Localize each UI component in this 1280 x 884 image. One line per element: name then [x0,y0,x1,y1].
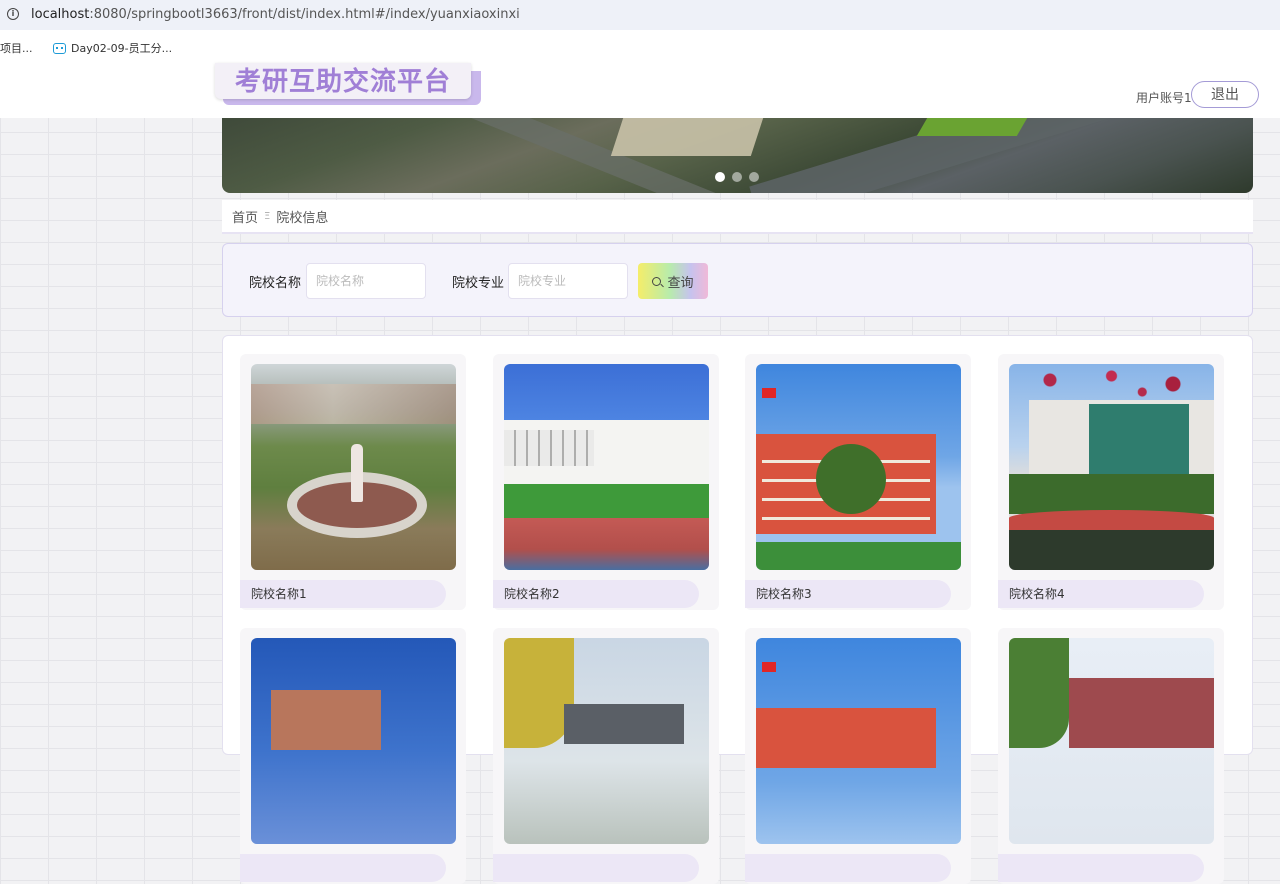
image-water [1009,530,1214,570]
image-building [504,420,709,486]
breadcrumb-home[interactable]: 首页 [232,207,258,226]
school-major-input[interactable]: 院校专业 [508,263,628,299]
image-trees [1009,474,1214,514]
school-name[interactable] [998,854,1204,882]
school-image[interactable] [504,638,709,844]
school-card[interactable] [745,628,971,884]
search-button[interactable]: 查询 [638,263,708,299]
breadcrumb: 首页 Ξ 院校信息 [222,200,1253,234]
school-name[interactable]: 院校名称2 [493,580,699,608]
school-name[interactable]: 院校名称1 [240,580,446,608]
image-grass [756,542,961,570]
carousel-dots [715,172,759,182]
school-major-label: 院校专业 [452,276,505,291]
image-building [564,704,684,744]
school-card[interactable]: 院校名称2 [493,354,719,610]
image-blossoms [1009,364,1214,404]
image-tree [1009,638,1069,748]
school-name[interactable]: 院校名称3 [745,580,951,608]
user-account[interactable]: 用户账号1 [1136,89,1192,106]
bookmarks-bar: 项目... Day02-09-员工分... [0,30,1280,63]
image-statue [351,444,363,502]
search-button-label: 查询 [667,275,694,291]
search-icon [652,276,662,286]
school-image[interactable] [251,364,456,570]
bookmark-item[interactable]: 项目... [0,40,33,56]
school-card[interactable]: 院校名称3 [745,354,971,610]
site-header: 考研互助交流平台 用户账号1 退出 [0,63,1280,118]
info-icon[interactable]: i [7,8,19,20]
image-building [271,690,381,750]
bilibili-icon [53,42,66,54]
image-field [504,484,709,520]
image-building [1069,678,1214,748]
carousel-dot[interactable] [732,172,742,182]
bookmark-item[interactable]: Day02-09-员工分... [53,40,172,56]
image-tree [816,444,886,514]
school-name[interactable] [493,854,699,882]
school-card[interactable]: 院校名称1 [240,354,466,610]
image-building [251,384,456,424]
school-card[interactable] [240,628,466,884]
school-name-input[interactable]: 院校名称 [306,263,426,299]
image-flag [762,388,776,398]
carousel-dot[interactable] [715,172,725,182]
school-name[interactable]: 院校名称4 [998,580,1204,608]
image-bridge [1009,510,1214,530]
school-name[interactable] [745,854,951,882]
school-image[interactable] [1009,364,1214,570]
site-logo[interactable]: 考研互助交流平台 [215,63,471,99]
image-building [756,708,936,768]
school-card[interactable] [998,628,1224,884]
school-image[interactable] [756,638,961,844]
school-name[interactable] [240,854,446,882]
banner-field [916,118,1028,136]
school-image[interactable] [756,364,961,570]
image-track [504,518,709,570]
school-image[interactable] [1009,638,1214,844]
url-text[interactable]: localhost:8080/springbootl3663/front/dis… [31,7,520,22]
breadcrumb-separator: Ξ [264,210,271,222]
banner-carousel[interactable] [222,118,1253,193]
school-card[interactable] [493,628,719,884]
breadcrumb-current: 院校信息 [276,210,329,226]
bookmark-label: Day02-09-员工分... [71,42,173,55]
search-panel: 院校名称 院校名称 院校专业 院校专业 查询 [222,243,1253,317]
logout-button[interactable]: 退出 [1191,81,1259,108]
school-card[interactable]: 院校名称4 [998,354,1224,610]
school-image[interactable] [251,638,456,844]
image-glass-facade [1089,404,1189,476]
browser-address-bar[interactable]: i localhost:8080/springbootl3663/front/d… [0,0,1280,30]
school-image[interactable] [504,364,709,570]
school-name-label: 院校名称 [249,276,302,291]
carousel-dot[interactable] [749,172,759,182]
banner-building [610,118,764,156]
image-flag [762,662,776,672]
school-list: 院校名称1 院校名称2 院校名称3 院校名称4 [222,335,1253,884]
